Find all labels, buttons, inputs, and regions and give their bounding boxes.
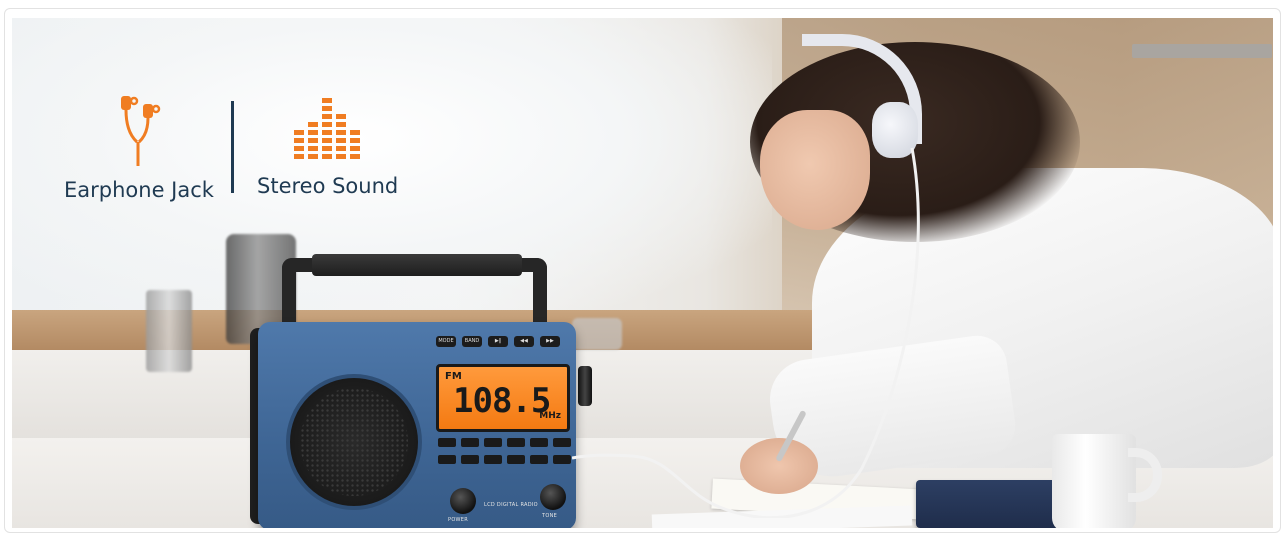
feature-stereo-sound: Stereo Sound [257,96,398,198]
radio-key [553,438,571,447]
radio-key [507,455,525,464]
feature-divider [231,101,234,193]
radio-key [438,438,456,447]
tone-label: TONE [542,513,558,519]
coffee-mug [1052,434,1136,528]
banner-frame: Earphone Jack Stereo Sound MODE BAND ▶‖ … [4,8,1281,533]
feature-earphone-jack: Earphone Jack [64,92,214,202]
radio-play-button: ▶‖ [488,336,508,347]
power-label: POWER [448,517,469,523]
radio-speaker [286,374,422,510]
feature-label-stereo-sound: Stereo Sound [257,174,399,198]
product-photo: Earphone Jack Stereo Sound MODE BAND ▶‖ … [12,18,1273,528]
radio-handle-grip [312,254,522,276]
wall-shelf [1132,44,1272,58]
lcd-frequency: 108.5 [453,381,551,421]
radio-key [484,438,502,447]
utensil-holder [146,290,192,372]
radio-top-buttons: MODE BAND ▶‖ ◀◀ ▶▶ [436,336,560,347]
radio-next-button: ▶▶ [540,336,560,347]
radio-key [461,455,479,464]
radio-model-text: LCD DIGITAL RADIO [484,502,538,508]
tone-knob [540,484,566,510]
earphone-icon [120,96,161,166]
earphone-cable [572,147,920,518]
radio-key [530,455,548,464]
radio-key [530,438,548,447]
lcd-unit: MHz [539,411,561,421]
radio-keypad [438,438,571,464]
equalizer-icon [293,98,360,159]
radio-key [507,438,525,447]
radio-prev-button: ◀◀ [514,336,534,347]
radio-band-button: BAND [462,336,482,347]
radio-mode-button: MODE [436,336,456,347]
power-knob [450,488,476,514]
feature-label-earphone-jack: Earphone Jack [64,178,214,202]
radio-key [484,455,502,464]
radio-key [438,455,456,464]
radio-key [553,455,571,464]
radio-key [461,438,479,447]
radio-lcd-display: FM 108.5 MHz [436,364,570,432]
